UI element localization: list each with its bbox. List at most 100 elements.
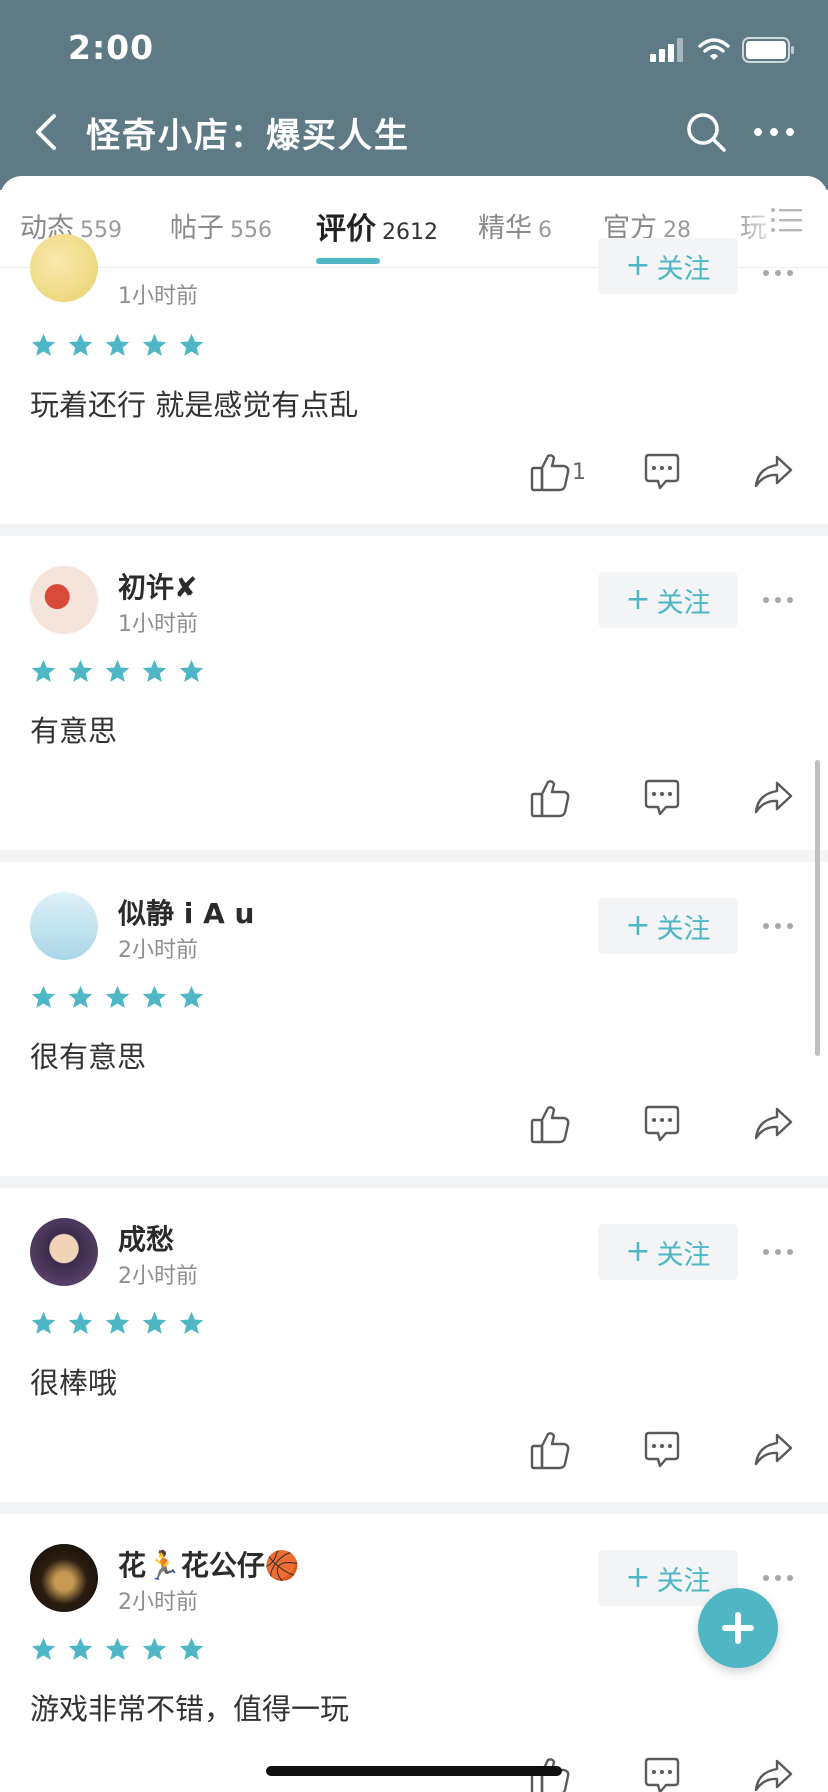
share-icon[interactable] <box>752 778 794 818</box>
like-count: 1 <box>572 460 586 485</box>
post-time: 1小时前 <box>118 612 198 637</box>
post-time: 2小时前 <box>118 1264 198 1289</box>
star-rating <box>30 984 205 1011</box>
star-icon <box>179 1311 204 1334</box>
post-time: 2小时前 <box>118 938 198 963</box>
tab-label: 精华 <box>478 213 532 244</box>
star-icon <box>105 333 130 356</box>
search-icon[interactable] <box>684 110 728 154</box>
plus-icon: + <box>625 1560 651 1595</box>
star-icon <box>142 1311 167 1334</box>
follow-button[interactable]: + 关注 <box>598 1224 738 1280</box>
user-name[interactable]: 成愁 <box>118 1218 174 1258</box>
avatar[interactable] <box>30 892 98 960</box>
star-rating <box>30 658 205 685</box>
comment-icon[interactable] <box>642 1756 682 1792</box>
star-icon <box>105 985 130 1008</box>
card-more-icon[interactable] <box>762 595 794 605</box>
review-text: 很棒哦 <box>30 1366 118 1400</box>
review-card: 似静 i A u 2小时前 + 关注 很有意思 <box>0 862 828 1176</box>
page-title: 怪奇小店：爆买人生 <box>86 116 410 156</box>
plus-icon <box>722 1612 754 1644</box>
follow-label: 关注 <box>656 1239 711 1271</box>
tab-count: 559 <box>80 218 122 243</box>
review-text: 有意思 <box>30 714 118 748</box>
add-post-button[interactable] <box>698 1588 778 1668</box>
star-icon <box>105 1311 130 1334</box>
review-card: 初许✘ 1小时前 + 关注 有意思 <box>0 536 828 850</box>
star-rating <box>30 332 205 359</box>
star-icon <box>68 333 93 356</box>
plus-icon: + <box>625 908 651 943</box>
avatar[interactable] <box>30 1544 98 1612</box>
star-icon <box>142 659 167 682</box>
comment-icon[interactable] <box>642 452 682 492</box>
card-more-icon[interactable] <box>762 1247 794 1257</box>
comment-icon[interactable] <box>642 1430 682 1470</box>
share-icon[interactable] <box>752 452 794 492</box>
card-more-icon[interactable] <box>762 921 794 931</box>
star-icon <box>68 1637 93 1660</box>
share-icon[interactable] <box>752 1104 794 1144</box>
review-card: 1小时前 + 关注 玩着还行 就是感觉有点乱 1 <box>0 234 828 524</box>
plus-icon: + <box>625 1234 651 1269</box>
divider <box>0 524 828 536</box>
review-text: 很有意思 <box>30 1040 147 1074</box>
divider <box>0 850 828 862</box>
tab-count: 556 <box>230 218 272 243</box>
star-icon <box>105 659 130 682</box>
tab-posts[interactable]: 帖子 556 <box>170 206 272 245</box>
card-more-icon[interactable] <box>762 268 794 278</box>
star-rating <box>30 1636 205 1663</box>
follow-label: 关注 <box>656 913 711 945</box>
star-rating <box>30 1310 205 1337</box>
star-icon <box>68 659 93 682</box>
tab-count: 6 <box>538 218 552 243</box>
follow-button[interactable]: + 关注 <box>598 238 738 294</box>
scrollbar[interactable] <box>815 760 820 1056</box>
star-icon <box>31 985 56 1008</box>
tab-label: 评价 <box>316 212 376 247</box>
tab-reviews[interactable]: 评价 2612 <box>316 204 438 248</box>
card-more-icon[interactable] <box>762 1573 794 1583</box>
star-icon <box>179 659 204 682</box>
tab-featured[interactable]: 精华 6 <box>478 206 552 245</box>
share-icon[interactable] <box>752 1756 794 1792</box>
like-icon[interactable] <box>528 1428 572 1472</box>
like-icon[interactable] <box>528 450 572 494</box>
review-text: 游戏非常不错，值得一玩 <box>30 1692 350 1726</box>
user-name[interactable]: 花🏃花公仔🏀 <box>118 1544 300 1584</box>
plus-icon: + <box>625 248 651 283</box>
signal-icon <box>650 38 683 62</box>
follow-button[interactable]: + 关注 <box>598 572 738 628</box>
follow-button[interactable]: + 关注 <box>598 898 738 954</box>
comment-icon[interactable] <box>642 778 682 818</box>
share-icon[interactable] <box>752 1430 794 1470</box>
active-tab-indicator <box>316 258 380 264</box>
avatar[interactable] <box>30 566 98 634</box>
star-icon <box>31 1311 56 1334</box>
like-icon[interactable] <box>528 1102 572 1146</box>
star-icon <box>31 1637 56 1660</box>
star-icon <box>179 333 204 356</box>
star-icon <box>142 333 167 356</box>
star-icon <box>179 985 204 1008</box>
review-text: 玩着还行 就是感觉有点乱 <box>30 388 359 422</box>
avatar[interactable] <box>30 234 98 302</box>
plus-icon: + <box>625 582 651 617</box>
review-card: 成愁 2小时前 + 关注 很棒哦 <box>0 1188 828 1502</box>
home-indicator <box>266 1766 562 1776</box>
star-icon <box>142 1637 167 1660</box>
user-name[interactable]: 初许✘ <box>118 566 197 606</box>
star-icon <box>105 1637 130 1660</box>
post-time: 1小时前 <box>118 284 198 309</box>
post-time: 2小时前 <box>118 1590 198 1615</box>
more-icon[interactable] <box>752 110 796 154</box>
avatar[interactable] <box>30 1218 98 1286</box>
list-icon[interactable] <box>770 206 802 234</box>
comment-icon[interactable] <box>642 1104 682 1144</box>
like-icon[interactable] <box>528 776 572 820</box>
user-name[interactable]: 似静 i A u <box>118 892 254 932</box>
star-icon <box>179 1637 204 1660</box>
back-icon[interactable] <box>28 108 68 156</box>
